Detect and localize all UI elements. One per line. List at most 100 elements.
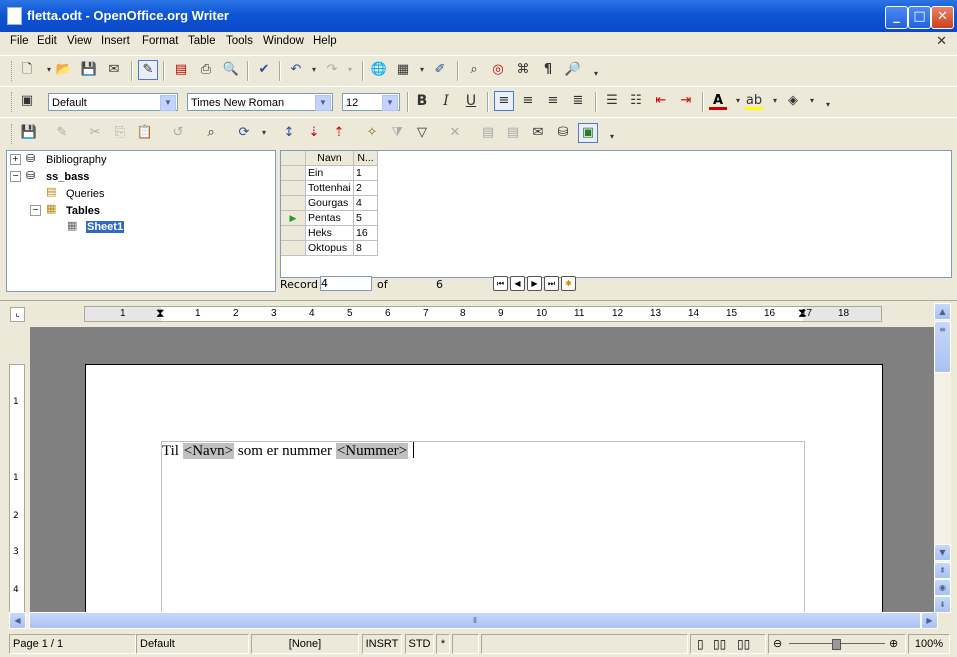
- minimize-button[interactable]: _: [885, 6, 908, 29]
- document-paragraph[interactable]: Til <Navn> som er nummer <Nummer>: [162, 442, 415, 460]
- tree-item-queries[interactable]: Queries: [66, 188, 105, 200]
- status-selection-mode[interactable]: STD: [405, 634, 434, 654]
- close-window-button[interactable]: ✕: [931, 6, 954, 29]
- grid-cell[interactable]: 8: [354, 241, 378, 256]
- mail-merge-field-navn[interactable]: <Navn>: [182, 443, 235, 459]
- toolbar-options-icon[interactable]: ▾: [591, 65, 601, 83]
- toolbar-grip[interactable]: [11, 61, 15, 81]
- increase-indent-icon[interactable]: ⇥: [677, 92, 695, 110]
- show-draw-functions-icon[interactable]: ✐: [431, 61, 449, 79]
- new-record-icon[interactable]: ✱: [561, 276, 576, 291]
- chevron-down-icon[interactable]: ▾: [803, 92, 821, 110]
- tree-item-sheet1[interactable]: Sheet1: [86, 221, 125, 233]
- explorer-toggle-icon[interactable]: ▣: [578, 123, 598, 143]
- italic-icon[interactable]: I: [437, 92, 455, 110]
- apply-filter-icon[interactable]: ⧩: [388, 124, 406, 142]
- menu-view[interactable]: View: [67, 35, 92, 47]
- zoom-in-icon[interactable]: ⊕: [889, 635, 898, 653]
- first-record-icon[interactable]: ⏮: [493, 276, 508, 291]
- row-header[interactable]: [281, 241, 306, 256]
- column-header-nummer[interactable]: N...: [354, 151, 378, 166]
- vertical-ruler[interactable]: 1 1 2 3 4: [9, 364, 25, 616]
- justify-icon[interactable]: ≣: [569, 92, 587, 110]
- toolbar-grip[interactable]: [11, 124, 15, 144]
- align-left-icon[interactable]: ≡: [494, 91, 514, 111]
- chevron-down-icon[interactable]: ▾: [255, 124, 273, 142]
- close-document-icon[interactable]: ✕: [936, 34, 947, 49]
- toolbar-options-icon[interactable]: ▾: [607, 128, 617, 146]
- navigator-icon[interactable]: ◎: [489, 61, 507, 79]
- sort-ascending-icon[interactable]: ⇣: [305, 124, 323, 142]
- grid-cell[interactable]: 1: [354, 166, 378, 181]
- status-modified[interactable]: *: [436, 634, 450, 654]
- chevron-down-icon[interactable]: ▼: [160, 95, 176, 111]
- refresh-icon[interactable]: ⟳: [235, 124, 253, 142]
- find-replace-icon[interactable]: ⌕: [465, 61, 483, 79]
- column-header-navn[interactable]: Navn: [306, 151, 354, 166]
- standard-filter-icon[interactable]: ▽: [413, 124, 431, 142]
- open-folder-icon[interactable]: 📂: [55, 61, 73, 79]
- zoom-slider[interactable]: ⊖ ⊕: [768, 634, 906, 654]
- next-record-icon[interactable]: ▶: [527, 276, 542, 291]
- scroll-down-icon[interactable]: ▼: [934, 544, 951, 561]
- mail-merge-icon[interactable]: ✉: [529, 124, 547, 142]
- scroll-up-icon[interactable]: ▲: [934, 303, 951, 320]
- book-view-icon[interactable]: ▯▯: [737, 635, 750, 653]
- menu-format[interactable]: Format: [142, 35, 178, 47]
- text-area[interactable]: Til <Navn> som er nummer <Nummer>: [161, 441, 805, 622]
- expand-toggle[interactable]: +: [10, 154, 21, 165]
- tree-item-tables[interactable]: Tables: [66, 205, 100, 217]
- menu-file[interactable]: File: [10, 35, 29, 47]
- last-record-icon[interactable]: ⏭: [544, 276, 559, 291]
- menu-tools[interactable]: Tools: [226, 35, 253, 47]
- status-insert-mode[interactable]: INSRT: [362, 634, 402, 654]
- remove-filter-icon[interactable]: ✕: [446, 124, 464, 142]
- sort-icon[interactable]: ↕: [280, 124, 298, 142]
- status-language[interactable]: [None]: [251, 634, 359, 654]
- current-row-marker-icon[interactable]: ▶: [281, 211, 306, 226]
- next-page-icon[interactable]: ⇟: [934, 596, 951, 613]
- chevron-down-icon[interactable]: ▾: [413, 61, 431, 79]
- menu-help[interactable]: Help: [313, 35, 337, 47]
- status-page-style[interactable]: Default: [136, 634, 249, 654]
- numbering-icon[interactable]: ☰: [603, 92, 621, 110]
- indent-marker-icon[interactable]: ⧗: [798, 307, 806, 320]
- edit-data-icon[interactable]: ✎: [53, 124, 71, 142]
- sort-descending-icon[interactable]: ⇡: [330, 124, 348, 142]
- toolbar-grip[interactable]: [11, 92, 15, 112]
- scroll-thumb[interactable]: ≡: [934, 321, 951, 373]
- navigation-icon[interactable]: ◉: [934, 579, 951, 596]
- redo-icon[interactable]: ↷: [323, 61, 341, 79]
- two-page-view-icon[interactable]: ▯▯: [713, 635, 726, 653]
- collapse-toggle[interactable]: −: [30, 205, 41, 216]
- decrease-indent-icon[interactable]: ⇤: [652, 92, 670, 110]
- zoom-thumb[interactable]: [832, 639, 841, 650]
- find-record-icon[interactable]: ⌕: [202, 124, 220, 142]
- align-center-icon[interactable]: ≡: [519, 92, 537, 110]
- row-header[interactable]: [281, 166, 306, 181]
- hyperlink-icon[interactable]: 🌐: [370, 61, 388, 79]
- save-icon[interactable]: 💾: [80, 61, 98, 79]
- row-header[interactable]: [281, 181, 306, 196]
- toolbar-options-icon[interactable]: ▾: [823, 96, 833, 114]
- styles-formatting-icon[interactable]: ▣: [18, 92, 36, 110]
- table-icon[interactable]: ▦: [394, 61, 412, 79]
- undo-data-icon[interactable]: ↺: [169, 124, 187, 142]
- export-pdf-icon[interactable]: ▤: [172, 61, 190, 79]
- bullets-icon[interactable]: ☷: [627, 92, 645, 110]
- font-name-combo[interactable]: Times New Roman ▼: [187, 93, 333, 111]
- chevron-down-icon[interactable]: ▼: [315, 95, 331, 111]
- data-source-icon[interactable]: ⛁: [554, 124, 572, 142]
- autofilter-icon[interactable]: ✧: [363, 124, 381, 142]
- grid-cell[interactable]: 4: [354, 196, 378, 211]
- scroll-right-icon[interactable]: ▶: [921, 612, 938, 629]
- previous-record-icon[interactable]: ◀: [510, 276, 525, 291]
- new-document-icon[interactable]: 🗋: [18, 61, 36, 79]
- edit-file-icon[interactable]: ✎: [138, 60, 158, 80]
- grid-cell[interactable]: Tottenhai: [306, 181, 354, 196]
- data-to-fields-icon[interactable]: ▤: [504, 124, 522, 142]
- indent-marker-icon[interactable]: ⧗: [156, 307, 164, 320]
- gallery-icon[interactable]: ⌘: [514, 61, 532, 79]
- maximize-button[interactable]: □: [908, 6, 931, 29]
- horizontal-scrollbar[interactable]: ◀ ⦀ ▶: [9, 612, 938, 629]
